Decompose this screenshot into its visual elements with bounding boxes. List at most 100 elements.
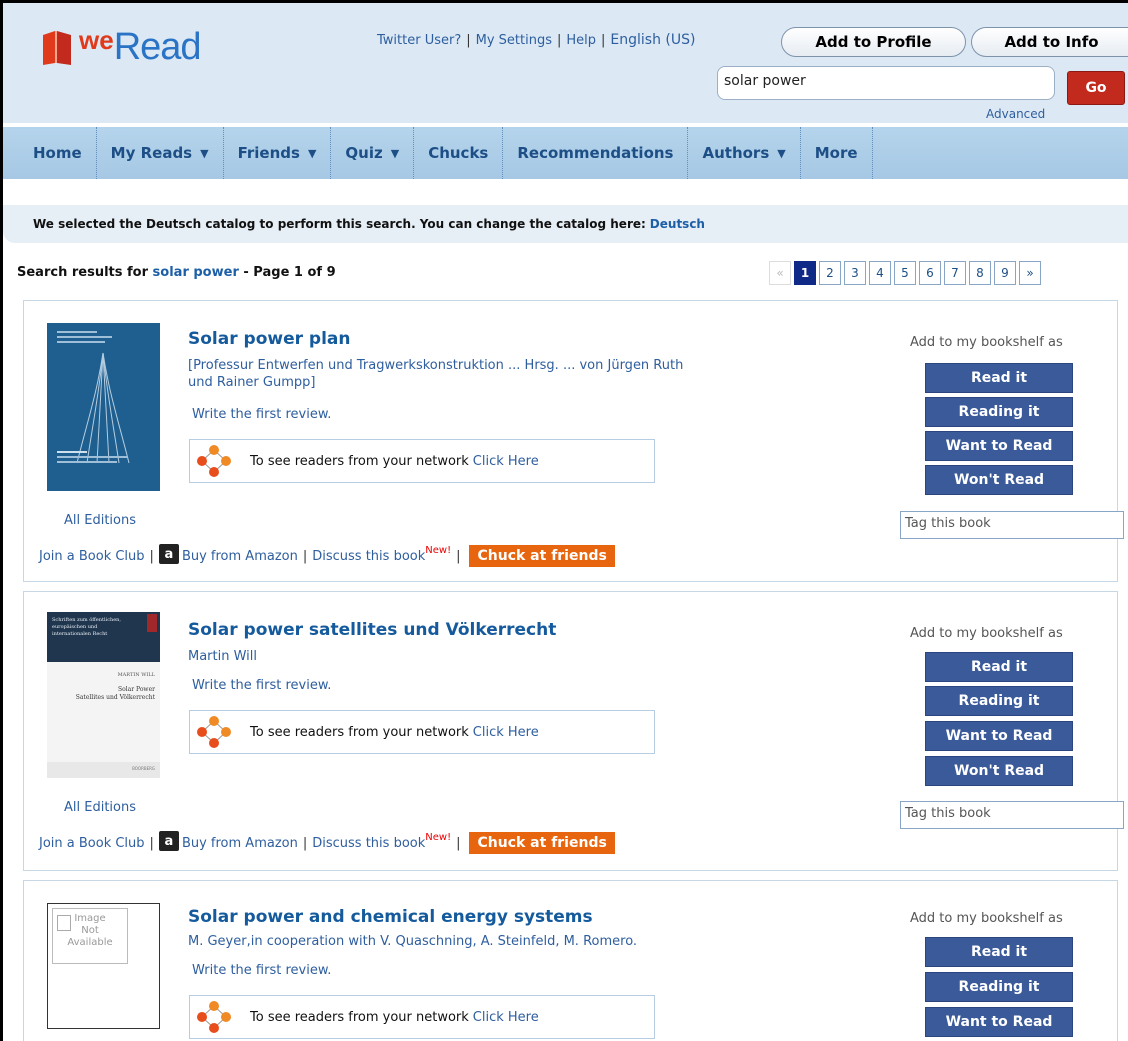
book-authors[interactable]: M. Geyer,in cooperation with V. Quaschni… [188, 933, 788, 950]
want-to-read-button[interactable]: Want to Read [925, 1007, 1073, 1037]
want-to-read-button[interactable]: Want to Read [925, 721, 1073, 751]
page-6[interactable]: 6 [919, 261, 941, 285]
book-title-link[interactable]: Solar power and chemical energy systems [188, 907, 593, 927]
page-5[interactable]: 5 [894, 261, 916, 285]
nav-recommendations[interactable]: Recommendations [503, 127, 689, 179]
write-review-link[interactable]: Write the first review. [192, 407, 331, 422]
buy-amazon-link[interactable]: Buy from Amazon [182, 836, 298, 851]
book-actions: Join a Book Club | a Buy from Amazon | Disc… [39, 831, 615, 854]
advanced-search-link[interactable]: Advanced [986, 107, 1045, 121]
network-box: To see readers from your network Click He… [189, 710, 655, 754]
shelf-label: Add to my bookshelf as [910, 626, 1063, 641]
page-2[interactable]: 2 [819, 261, 841, 285]
network-icon [196, 444, 232, 478]
all-editions-link[interactable]: All Editions [64, 513, 136, 528]
no-image-placeholder: Image Not Available [52, 908, 128, 964]
catalog-link[interactable]: Deutsch [650, 217, 705, 231]
nav-my-reads[interactable]: My Reads ▼ [97, 127, 224, 179]
click-here-link[interactable]: Click Here [473, 725, 539, 740]
book-title-link[interactable]: Solar power plan [188, 329, 350, 349]
book-title-link[interactable]: Solar power satellites und Völkerrecht [188, 620, 556, 640]
chuck-at-friends-button[interactable]: Chuck at friends [469, 832, 615, 854]
logo-read: Read [113, 26, 202, 68]
all-editions-link[interactable]: All Editions [64, 800, 136, 815]
add-to-info-button[interactable]: Add to Info [971, 27, 1128, 57]
caret-down-icon: ▼ [200, 146, 209, 160]
nav-authors[interactable]: Authors ▼ [688, 127, 801, 179]
page-3[interactable]: 3 [844, 261, 866, 285]
page-4[interactable]: 4 [869, 261, 891, 285]
wont-read-button[interactable]: Won't Read [925, 465, 1073, 495]
tag-book-input[interactable]: Tag this book [900, 511, 1124, 539]
page-8[interactable]: 8 [969, 261, 991, 285]
result-card: Image Not Available Solar power and chem… [23, 880, 1118, 1041]
book-authors[interactable]: Martin Will [188, 648, 688, 665]
chuck-at-friends-button[interactable]: Chuck at friends [469, 545, 615, 567]
cover-author: MARTIN WILL [117, 672, 155, 678]
read-it-button[interactable]: Read it [925, 652, 1073, 682]
go-button[interactable]: Go [1067, 71, 1125, 105]
page-frame: we Read Twitter User? | My Settings | Help | E… [0, 0, 1128, 1041]
discuss-book-link[interactable]: Discuss this book [312, 549, 425, 564]
book-actions: Join a Book Club | a Buy from Amazon | Disc… [39, 544, 615, 567]
nav-chucks[interactable]: Chucks [414, 127, 504, 179]
page-9[interactable]: 9 [994, 261, 1016, 285]
catalog-notice: We selected the Deutsch catalog to perfo… [3, 205, 1128, 243]
twitter-user-link[interactable]: Twitter User? [377, 33, 461, 48]
read-it-button[interactable]: Read it [925, 363, 1073, 393]
add-to-profile-button[interactable]: Add to Profile [781, 27, 966, 57]
next-page-button[interactable]: » [1019, 261, 1041, 285]
nav-quiz[interactable]: Quiz ▼ [331, 127, 415, 179]
prev-page-button[interactable]: « [769, 261, 791, 285]
shelf-label: Add to my bookshelf as [910, 911, 1063, 926]
cover-title: Solar Power Satellites und Völkerrecht [75, 686, 155, 701]
read-it-button[interactable]: Read it [925, 937, 1073, 967]
tag-book-input[interactable]: Tag this book [900, 801, 1124, 829]
book-cover[interactable]: Image Not Available [47, 903, 160, 1029]
book-logo-icon [39, 27, 77, 67]
caret-down-icon: ▼ [777, 146, 786, 160]
network-icon [196, 1000, 232, 1034]
write-review-link[interactable]: Write the first review. [192, 678, 331, 693]
reading-it-button[interactable]: Reading it [925, 397, 1073, 427]
help-link[interactable]: Help [566, 33, 596, 48]
new-badge: New! [425, 831, 452, 843]
reading-it-button[interactable]: Reading it [925, 686, 1073, 716]
book-cover[interactable] [47, 323, 160, 491]
nav-more[interactable]: More [801, 127, 873, 179]
query-link[interactable]: solar power [153, 265, 239, 280]
results-header: Search results for solar power - Page 1 … [17, 265, 336, 280]
cover-series: Schriften zum öffentlichen, europäischen… [52, 617, 121, 637]
caret-down-icon: ▼ [307, 146, 317, 160]
new-badge: New! [425, 544, 452, 556]
broken-image-icon [57, 915, 71, 931]
reading-it-button[interactable]: Reading it [925, 972, 1073, 1002]
language-link[interactable]: English (US) [610, 32, 695, 48]
book-authors[interactable]: [Professur Entwerfen und Tragwerkskonstr… [188, 357, 688, 391]
book-cover[interactable]: Schriften zum öffentlichen, europäischen… [47, 612, 160, 778]
click-here-link[interactable]: Click Here [473, 454, 539, 469]
click-here-link[interactable]: Click Here [473, 1010, 539, 1025]
discuss-book-link[interactable]: Discuss this book [312, 836, 425, 851]
search-input[interactable]: solar power [717, 66, 1055, 100]
amazon-icon: a [158, 831, 179, 851]
nav-home[interactable]: Home [3, 127, 97, 179]
my-settings-link[interactable]: My Settings [476, 33, 552, 48]
caret-down-icon: ▼ [390, 146, 400, 160]
page-1[interactable]: 1 [794, 261, 816, 285]
write-review-link[interactable]: Write the first review. [192, 963, 331, 978]
header: we Read Twitter User? | My Settings | Help | E… [3, 3, 1128, 123]
network-box: To see readers from your network Click He… [189, 439, 655, 483]
result-card: All Editions Solar power plan [Professur… [23, 300, 1124, 582]
pagination: « 1 2 3 4 5 6 7 8 9 » [769, 261, 1044, 285]
want-to-read-button[interactable]: Want to Read [925, 431, 1073, 461]
join-book-club-link[interactable]: Join a Book Club [39, 549, 145, 564]
join-book-club-link[interactable]: Join a Book Club [39, 836, 145, 851]
nav-friends[interactable]: Friends ▼ [224, 127, 332, 179]
result-card: Schriften zum öffentlichen, europäischen… [23, 591, 1124, 871]
logo[interactable]: we Read [39, 25, 202, 69]
buy-amazon-link[interactable]: Buy from Amazon [182, 549, 298, 564]
page-7[interactable]: 7 [944, 261, 966, 285]
top-links: Twitter User? | My Settings | Help | English (… [377, 32, 696, 48]
wont-read-button[interactable]: Won't Read [925, 756, 1073, 786]
